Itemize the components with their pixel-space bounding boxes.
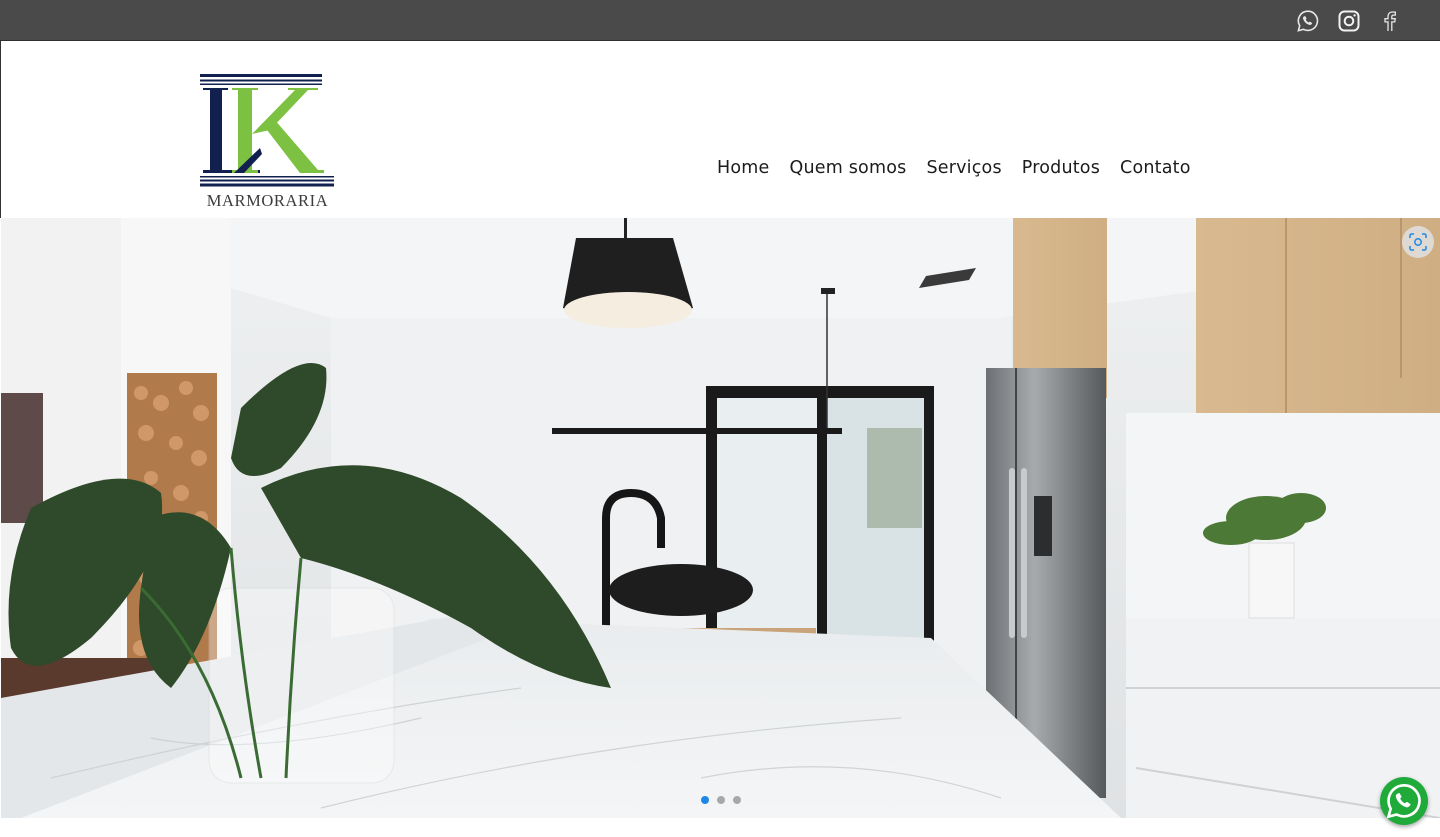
main-nav: Home Quem somos Serviços Produtos Contat… (717, 157, 1191, 179)
logo-caption: MARMORARIA (206, 191, 329, 210)
slider-dot-2[interactable] (717, 796, 725, 804)
nav-item-contato[interactable]: Contato (1120, 157, 1191, 179)
nav-item-servicos[interactable]: Serviços (926, 157, 1001, 179)
social-links (1296, 9, 1402, 33)
top-bar (0, 0, 1440, 41)
hero-slider[interactable] (1, 218, 1440, 818)
whatsapp-link[interactable] (1296, 9, 1320, 33)
slider-dot-3[interactable] (733, 796, 741, 804)
nav-item-produtos[interactable]: Produtos (1022, 157, 1100, 179)
zoom-button[interactable] (1402, 226, 1434, 258)
logo[interactable]: MARMORARIA (200, 74, 335, 210)
whatsapp-icon (1386, 783, 1421, 819)
facebook-icon (1384, 11, 1396, 31)
instagram-link[interactable] (1337, 9, 1361, 33)
facebook-link[interactable] (1378, 9, 1402, 33)
whatsapp-float-button[interactable] (1380, 777, 1428, 825)
nav-item-home[interactable]: Home (717, 157, 769, 179)
whatsapp-icon (1297, 10, 1319, 32)
zoom-icon (1409, 233, 1427, 251)
slider-dot-1[interactable] (701, 796, 709, 804)
logo-mark (200, 74, 334, 187)
hero-image (1, 218, 1440, 818)
site-header: MARMORARIA Home Quem somos Serviços Prod… (0, 41, 1440, 218)
slider-dots (701, 796, 741, 804)
nav-item-quem-somos[interactable]: Quem somos (789, 157, 906, 179)
instagram-icon (1338, 10, 1360, 32)
